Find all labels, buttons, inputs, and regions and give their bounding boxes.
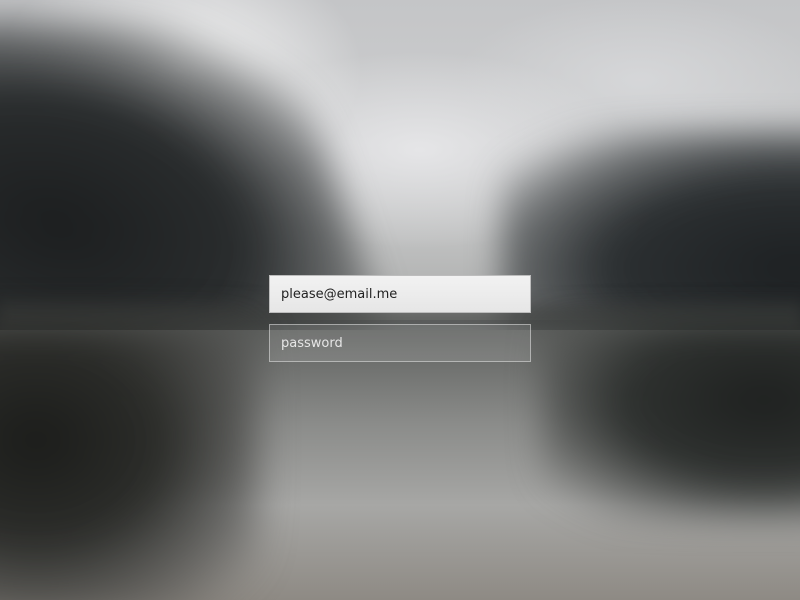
email-field[interactable] <box>269 275 531 313</box>
background-reflection-left <box>0 320 260 600</box>
password-field[interactable] <box>269 324 531 362</box>
background-reflection-right <box>540 320 800 520</box>
login-form <box>269 275 531 362</box>
